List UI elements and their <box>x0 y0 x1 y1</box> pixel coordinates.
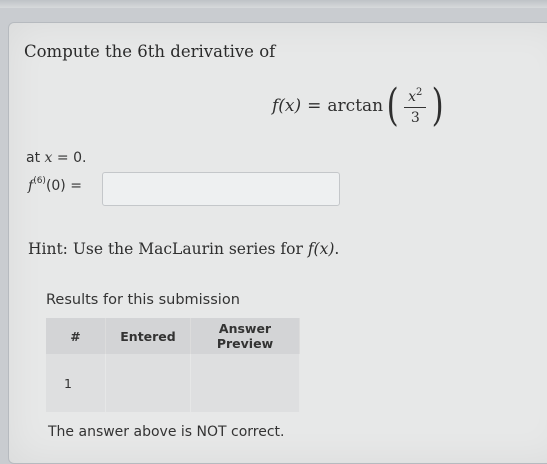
left-paren-icon: ( <box>386 80 399 131</box>
row-entered <box>105 354 191 412</box>
function-lhs: f(x) <box>272 96 302 116</box>
column-header-number: # <box>46 318 106 354</box>
window-top-strip <box>0 0 547 8</box>
arctan-label: arctan <box>327 96 384 116</box>
row-answer-preview <box>190 354 300 412</box>
fraction-denominator: 3 <box>410 109 420 126</box>
evaluation-point: at x = 0. <box>26 150 87 166</box>
status-message: The answer above is NOT correct. <box>48 424 285 440</box>
right-paren-icon: ) <box>431 80 444 131</box>
answer-input[interactable] <box>102 172 340 206</box>
equals-sign: = <box>307 96 322 116</box>
function-formula: f(x) = arctan ( x2 3 ) <box>272 78 447 134</box>
fraction-numerator: x2 <box>408 86 423 105</box>
results-table: # Entered Answer Preview 1 <box>46 318 300 412</box>
row-number: 1 <box>46 354 106 412</box>
fraction: x2 3 <box>404 86 427 126</box>
problem-intro-text: Compute the 6th derivative of <box>24 42 276 61</box>
answer-label: f(6)(0) = <box>28 176 82 194</box>
table-row: 1 <box>46 354 300 412</box>
results-header-row: # Entered Answer Preview <box>46 318 300 354</box>
column-header-answer-preview: Answer Preview <box>190 318 300 354</box>
hint-text: Hint: Use the MacLaurin series for f(x). <box>28 240 340 258</box>
column-header-entered: Entered <box>105 318 191 354</box>
results-title: Results for this submission <box>46 292 240 308</box>
